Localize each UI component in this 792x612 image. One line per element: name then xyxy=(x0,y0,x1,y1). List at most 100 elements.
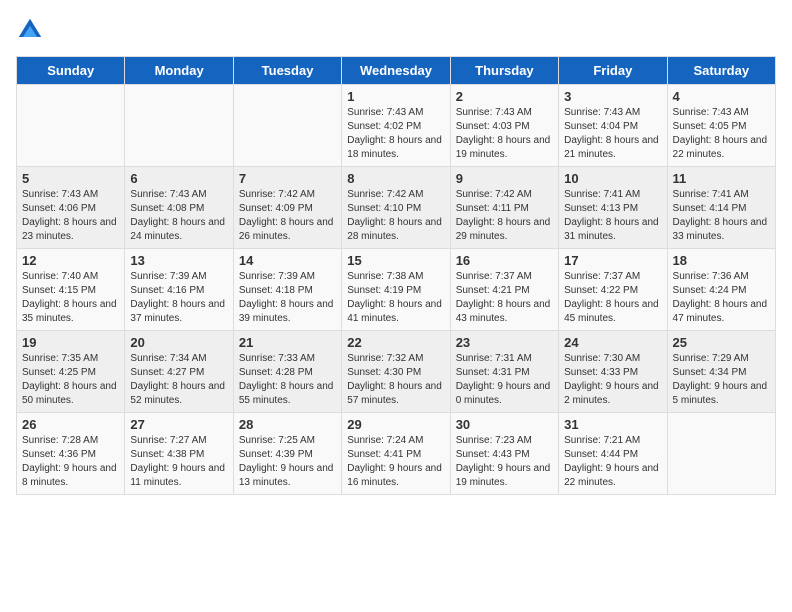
calendar-cell: 22 Sunrise: 7:32 AM Sunset: 4:30 PM Dayli… xyxy=(342,331,450,413)
calendar-cell: 30 Sunrise: 7:23 AM Sunset: 4:43 PM Dayli… xyxy=(450,413,558,495)
day-number: 23 xyxy=(456,335,553,350)
calendar-week-row: 1 Sunrise: 7:43 AM Sunset: 4:02 PM Daylig… xyxy=(17,85,776,167)
day-info: Sunrise: 7:21 AM Sunset: 4:44 PM Dayligh… xyxy=(564,434,661,490)
day-number: 31 xyxy=(564,417,661,432)
logo xyxy=(16,16,48,44)
calendar-week-row: 19 Sunrise: 7:35 AM Sunset: 4:25 PM Dayli… xyxy=(17,331,776,413)
day-info: Sunrise: 7:39 AM Sunset: 4:18 PM Dayligh… xyxy=(239,270,336,326)
day-number: 17 xyxy=(564,253,661,268)
day-info: Sunrise: 7:39 AM Sunset: 4:16 PM Dayligh… xyxy=(130,270,227,326)
calendar-cell: 27 Sunrise: 7:27 AM Sunset: 4:38 PM Dayli… xyxy=(125,413,233,495)
day-of-week-header: Saturday xyxy=(667,57,775,85)
day-number: 16 xyxy=(456,253,553,268)
day-number: 12 xyxy=(22,253,119,268)
day-info: Sunrise: 7:31 AM Sunset: 4:31 PM Dayligh… xyxy=(456,352,553,408)
calendar-cell: 25Sunrise: 7:29 AM Sunset: 4:34 PM Dayli… xyxy=(667,331,775,413)
day-info: Sunrise: 7:43 AM Sunset: 4:08 PM Dayligh… xyxy=(130,188,227,244)
day-number: 2 xyxy=(456,89,553,104)
day-number: 9 xyxy=(456,171,553,186)
calendar-cell xyxy=(667,413,775,495)
day-info: Sunrise: 7:35 AM Sunset: 4:25 PM Dayligh… xyxy=(22,352,119,408)
calendar-cell: 8Sunrise: 7:42 AM Sunset: 4:10 PM Daylig… xyxy=(342,167,450,249)
calendar-cell: 14 Sunrise: 7:39 AM Sunset: 4:18 PM Dayli… xyxy=(233,249,341,331)
day-info: Sunrise: 7:28 AM Sunset: 4:36 PM Dayligh… xyxy=(22,434,119,490)
day-number: 13 xyxy=(130,253,227,268)
header xyxy=(16,16,776,44)
day-info: Sunrise: 7:30 AM Sunset: 4:33 PM Dayligh… xyxy=(564,352,661,408)
calendar-cell: 2 Sunrise: 7:43 AM Sunset: 4:03 PM Daylig… xyxy=(450,85,558,167)
day-number: 11 xyxy=(673,171,770,186)
calendar-cell: 31 Sunrise: 7:21 AM Sunset: 4:44 PM Dayli… xyxy=(559,413,667,495)
day-of-week-row: SundayMondayTuesdayWednesdayThursdayFrid… xyxy=(17,57,776,85)
day-number: 5 xyxy=(22,171,119,186)
day-info: Sunrise: 7:29 AM Sunset: 4:34 PM Dayligh… xyxy=(673,352,770,408)
calendar-cell: 16Sunrise: 7:37 AM Sunset: 4:21 PM Dayli… xyxy=(450,249,558,331)
day-number: 29 xyxy=(347,417,444,432)
day-number: 1 xyxy=(347,89,444,104)
calendar-cell: 15Sunrise: 7:38 AM Sunset: 4:19 PM Dayli… xyxy=(342,249,450,331)
calendar-cell: 21 Sunrise: 7:33 AM Sunset: 4:28 PM Dayli… xyxy=(233,331,341,413)
calendar-cell xyxy=(17,85,125,167)
day-info: Sunrise: 7:37 AM Sunset: 4:22 PM Dayligh… xyxy=(564,270,661,326)
calendar-cell: 7Sunrise: 7:42 AM Sunset: 4:09 PM Daylig… xyxy=(233,167,341,249)
day-info: Sunrise: 7:36 AM Sunset: 4:24 PM Dayligh… xyxy=(673,270,770,326)
day-number: 30 xyxy=(456,417,553,432)
calendar-cell: 4 Sunrise: 7:43 AM Sunset: 4:05 PM Daylig… xyxy=(667,85,775,167)
calendar-cell: 24 Sunrise: 7:30 AM Sunset: 4:33 PM Dayli… xyxy=(559,331,667,413)
calendar-cell: 13 Sunrise: 7:39 AM Sunset: 4:16 PM Dayli… xyxy=(125,249,233,331)
day-number: 27 xyxy=(130,417,227,432)
day-of-week-header: Tuesday xyxy=(233,57,341,85)
calendar-body: 1 Sunrise: 7:43 AM Sunset: 4:02 PM Daylig… xyxy=(17,85,776,495)
day-number: 14 xyxy=(239,253,336,268)
calendar-cell: 1 Sunrise: 7:43 AM Sunset: 4:02 PM Daylig… xyxy=(342,85,450,167)
day-info: Sunrise: 7:43 AM Sunset: 4:03 PM Dayligh… xyxy=(456,106,553,162)
day-info: Sunrise: 7:43 AM Sunset: 4:05 PM Dayligh… xyxy=(673,106,770,162)
day-of-week-header: Wednesday xyxy=(342,57,450,85)
day-info: Sunrise: 7:43 AM Sunset: 4:06 PM Dayligh… xyxy=(22,188,119,244)
day-number: 21 xyxy=(239,335,336,350)
calendar: SundayMondayTuesdayWednesdayThursdayFrid… xyxy=(16,56,776,495)
day-info: Sunrise: 7:40 AM Sunset: 4:15 PM Dayligh… xyxy=(22,270,119,326)
day-info: Sunrise: 7:33 AM Sunset: 4:28 PM Dayligh… xyxy=(239,352,336,408)
calendar-week-row: 26 Sunrise: 7:28 AM Sunset: 4:36 PM Dayli… xyxy=(17,413,776,495)
calendar-cell: 29 Sunrise: 7:24 AM Sunset: 4:41 PM Dayli… xyxy=(342,413,450,495)
calendar-cell: 9 Sunrise: 7:42 AM Sunset: 4:11 PM Daylig… xyxy=(450,167,558,249)
day-number: 10 xyxy=(564,171,661,186)
calendar-week-row: 12 Sunrise: 7:40 AM Sunset: 4:15 PM Dayli… xyxy=(17,249,776,331)
calendar-cell: 6 Sunrise: 7:43 AM Sunset: 4:08 PM Daylig… xyxy=(125,167,233,249)
day-info: Sunrise: 7:23 AM Sunset: 4:43 PM Dayligh… xyxy=(456,434,553,490)
day-info: Sunrise: 7:43 AM Sunset: 4:04 PM Dayligh… xyxy=(564,106,661,162)
day-number: 19 xyxy=(22,335,119,350)
day-number: 4 xyxy=(673,89,770,104)
calendar-cell: 5 Sunrise: 7:43 AM Sunset: 4:06 PM Daylig… xyxy=(17,167,125,249)
day-of-week-header: Thursday xyxy=(450,57,558,85)
calendar-cell: 20Sunrise: 7:34 AM Sunset: 4:27 PM Dayli… xyxy=(125,331,233,413)
day-number: 18 xyxy=(673,253,770,268)
day-number: 24 xyxy=(564,335,661,350)
day-info: Sunrise: 7:41 AM Sunset: 4:14 PM Dayligh… xyxy=(673,188,770,244)
day-info: Sunrise: 7:27 AM Sunset: 4:38 PM Dayligh… xyxy=(130,434,227,490)
calendar-cell: 3Sunrise: 7:43 AM Sunset: 4:04 PM Daylig… xyxy=(559,85,667,167)
day-of-week-header: Friday xyxy=(559,57,667,85)
day-info: Sunrise: 7:32 AM Sunset: 4:30 PM Dayligh… xyxy=(347,352,444,408)
day-of-week-header: Monday xyxy=(125,57,233,85)
day-info: Sunrise: 7:42 AM Sunset: 4:09 PM Dayligh… xyxy=(239,188,336,244)
logo-icon xyxy=(16,16,44,44)
day-info: Sunrise: 7:42 AM Sunset: 4:11 PM Dayligh… xyxy=(456,188,553,244)
day-number: 22 xyxy=(347,335,444,350)
day-info: Sunrise: 7:34 AM Sunset: 4:27 PM Dayligh… xyxy=(130,352,227,408)
calendar-cell xyxy=(233,85,341,167)
day-number: 6 xyxy=(130,171,227,186)
day-number: 28 xyxy=(239,417,336,432)
calendar-cell: 11 Sunrise: 7:41 AM Sunset: 4:14 PM Dayli… xyxy=(667,167,775,249)
calendar-cell: 10Sunrise: 7:41 AM Sunset: 4:13 PM Dayli… xyxy=(559,167,667,249)
day-info: Sunrise: 7:43 AM Sunset: 4:02 PM Dayligh… xyxy=(347,106,444,162)
day-info: Sunrise: 7:24 AM Sunset: 4:41 PM Dayligh… xyxy=(347,434,444,490)
calendar-cell xyxy=(125,85,233,167)
day-number: 26 xyxy=(22,417,119,432)
day-info: Sunrise: 7:25 AM Sunset: 4:39 PM Dayligh… xyxy=(239,434,336,490)
calendar-cell: 17 Sunrise: 7:37 AM Sunset: 4:22 PM Dayli… xyxy=(559,249,667,331)
calendar-cell: 19 Sunrise: 7:35 AM Sunset: 4:25 PM Dayli… xyxy=(17,331,125,413)
day-info: Sunrise: 7:42 AM Sunset: 4:10 PM Dayligh… xyxy=(347,188,444,244)
calendar-week-row: 5 Sunrise: 7:43 AM Sunset: 4:06 PM Daylig… xyxy=(17,167,776,249)
